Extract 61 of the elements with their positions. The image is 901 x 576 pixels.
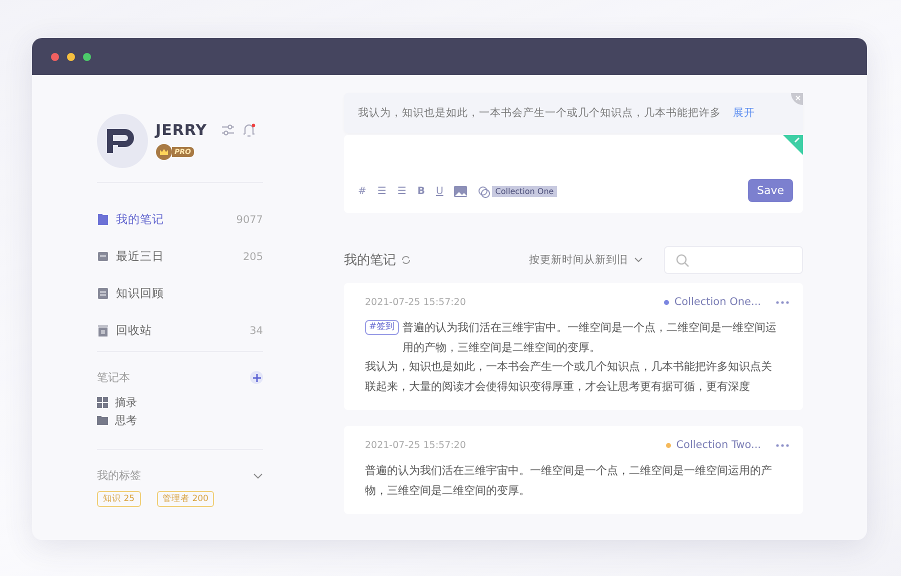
count: 9077 [236,214,263,226]
search-icon [676,254,689,266]
search-field[interactable] [664,246,803,274]
plus-icon [252,374,260,382]
crown-icon [156,144,172,160]
trash-icon [97,324,109,337]
calendar-icon [97,250,109,263]
minimize-dot-icon[interactable] [67,52,75,60]
sliders-icon[interactable] [221,124,235,136]
nav-item[interactable]: 我的笔记 9077 [97,201,263,238]
collection-label[interactable]: Collection One... [674,296,761,308]
notebook-icon [97,213,109,226]
nav-item[interactable]: 最近三日 205 [97,238,263,275]
nav-item[interactable]: 知识回顾 [97,275,263,312]
expand-link[interactable]: 展开 [733,106,755,120]
notebook-item[interactable]: 思考 [97,411,263,429]
notebook-item[interactable]: 摘录 [97,393,263,411]
note-card[interactable]: 2021-07-25 15:57:20 Collection Two... 普遍的认为我们活在三维宇宙中。一维空间是一个点，二维空间是一维空间运用的产物，三维空间是二维空间的变厚。 [344,426,803,514]
toolbar-button[interactable]: ☰ [377,186,386,197]
tag-chip[interactable]: 管理者 200 [156,491,214,507]
note-editor[interactable]: # ☰ ☰ B U Collection One Save [344,135,803,213]
collection-chip[interactable]: Collection One [492,186,557,197]
tag-chip[interactable]: 知识 25 [97,491,141,507]
note-text: 普遍的认为我们活在三维宇宙中。一维空间是一个点，二维空间是一维空间运用的产物，三维空间是二维空间的变厚。 [365,463,773,498]
toolbar-button[interactable]: U [436,186,444,197]
toolbar-button[interactable]: ☰ [397,186,406,197]
pencil-corner-icon [783,135,803,155]
list-title: 我的笔记 [344,252,396,269]
link-circles-icon[interactable] [478,186,490,198]
toolbar-button[interactable]: # [358,186,366,197]
folder-icon [97,415,108,425]
refresh-icon[interactable] [401,255,411,265]
nav-item[interactable]: 回收站 34 [97,312,263,349]
section-title: 笔记本 [97,370,130,385]
chevron-down-icon [634,257,643,263]
maximize-dot-icon[interactable] [83,52,91,60]
add-button[interactable] [250,371,263,384]
collection-label[interactable]: Collection Two... [676,439,761,451]
save-button[interactable]: Save [748,179,793,202]
note-card[interactable]: 2021-07-25 15:57:20 Collection One... #签到 普遍的认为我们活在三维宇宙中。一维空间是一个点，二维空间是一维空间运用的产物，三维空间是二维空间的变厚。 我认为，知识也是如此，一本书会产生一个或几个知识点，几本书能把许多知识点关联起来，大量的阅读才会使得知识变得厚重，才会让思考更有据可循，更有深度 [344,283,803,410]
bell-icon[interactable] [242,123,256,137]
close-corner-icon[interactable] [791,93,803,105]
note-text: 普遍的认为我们活在三维宇宙中。一维空间是一个点，二维空间是一维空间运用的产物，三维空间是二维空间的变厚。 [402,320,777,356]
section-title: 我的标签 [97,468,141,483]
timestamp: 2021-07-25 15:57:20 [365,296,466,308]
user-name: JERRY [156,121,207,139]
more-icon[interactable] [776,444,789,446]
count: 205 [242,250,263,262]
toolbar-button[interactable]: B [417,186,425,197]
chevron-down-icon[interactable] [253,472,263,478]
more-icon[interactable] [776,300,789,304]
close-dot-icon[interactable] [51,52,59,60]
note-text: 我认为，知识也是如此，一本书会产生一个或几个知识点，几本书能把许多知识点关联起来，大量的阅读才会使得知识变得厚重，才会让思考更有据可循，更有深度 [365,359,773,394]
tag-chip[interactable]: #签到 [365,320,399,335]
count: 34 [250,324,263,336]
sort-dropdown[interactable]: 按更新时间从新到旧 [529,253,643,267]
timestamp: 2021-07-25 15:57:20 [365,440,466,450]
document-icon [97,287,109,300]
quote-text: 我认为，知识也是如此，一本书会产生一个或几个知识点，几本书能把许多 [358,106,721,120]
grid-icon [97,396,108,408]
image-icon[interactable] [454,186,468,197]
